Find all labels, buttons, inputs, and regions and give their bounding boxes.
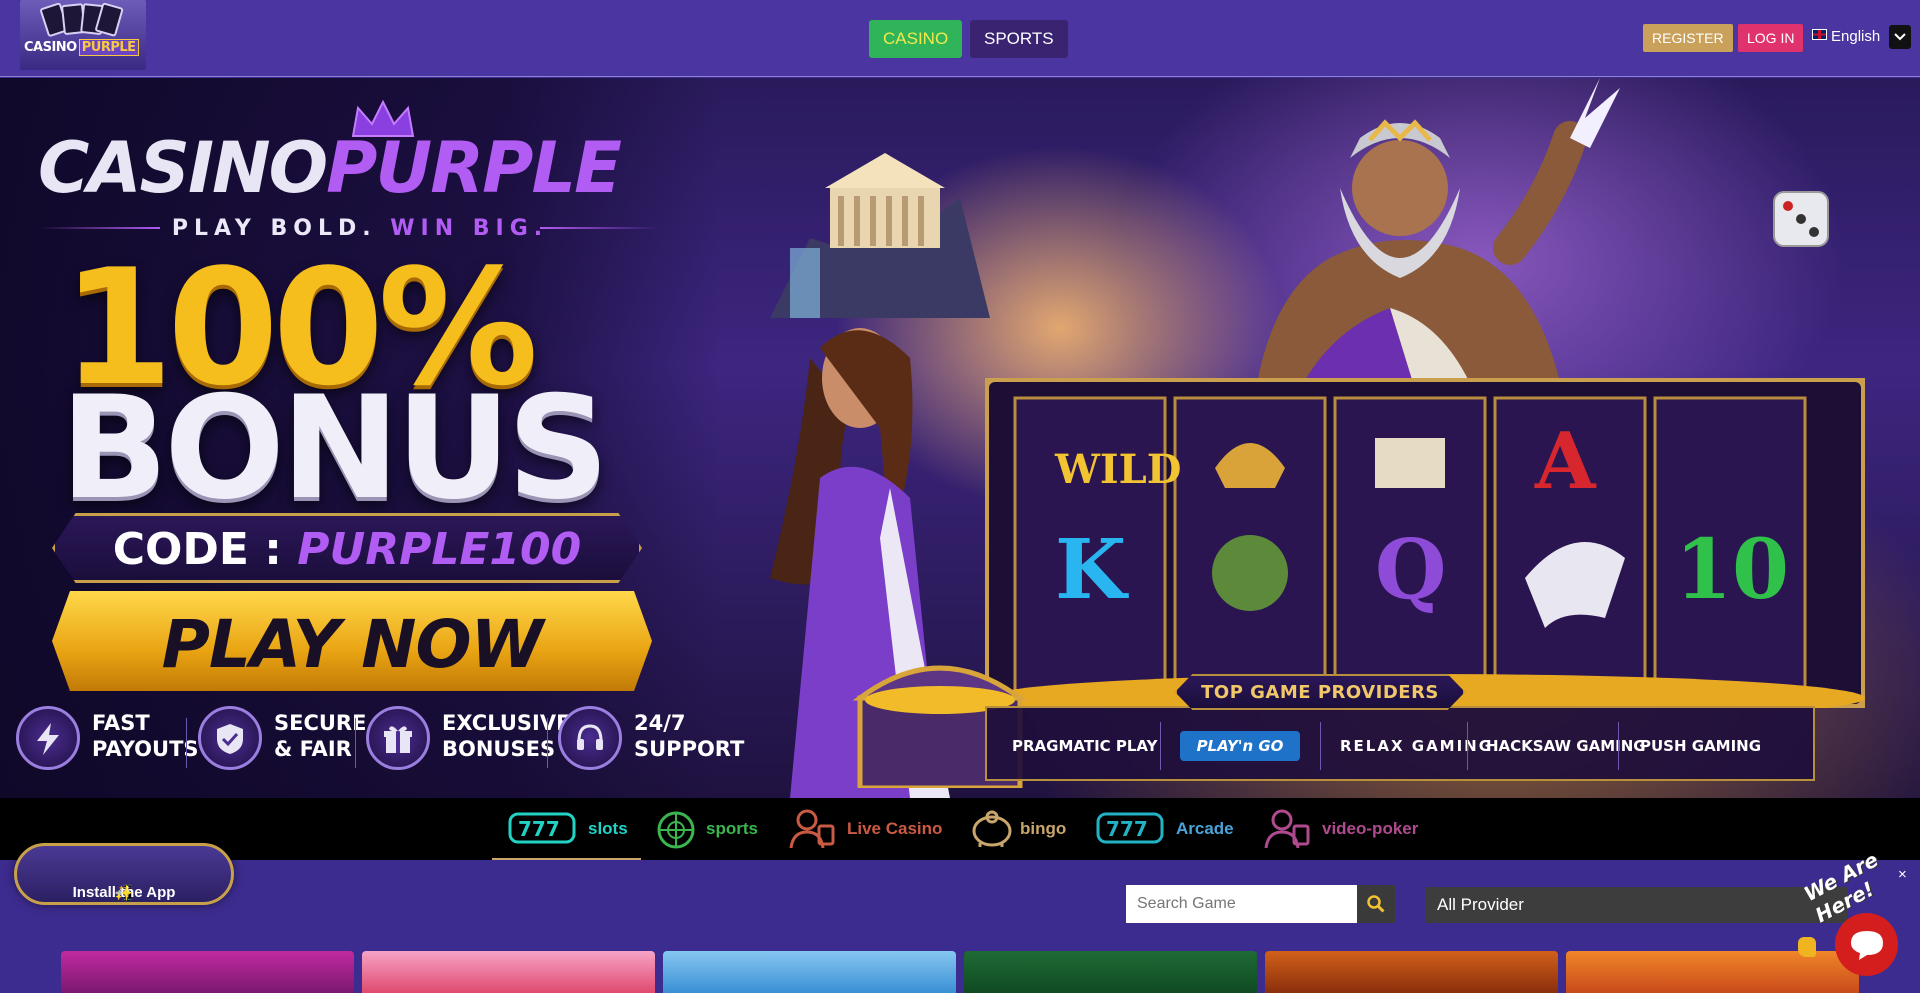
svg-text:K: K	[1055, 522, 1129, 618]
provider-divider	[1160, 722, 1161, 770]
feature-divider	[186, 718, 187, 768]
headset-icon	[558, 706, 622, 770]
category-sports[interactable]: sports	[656, 798, 766, 860]
game-tile[interactable]	[964, 951, 1257, 993]
gift-icon	[366, 706, 430, 770]
category-slots[interactable]: 777 slots	[508, 798, 628, 860]
svg-text:A: A	[1534, 416, 1597, 507]
bonus-code-text: CODE : PURPLE100	[112, 524, 582, 575]
logo-wordmark: CASINO PURPLE	[24, 39, 139, 56]
dice-icon	[1773, 191, 1829, 247]
providers-title: TOP GAME PROVIDERS	[1201, 682, 1439, 703]
banner-brand-title: CASINOPURPLE	[38, 127, 622, 209]
arcade-777-icon: 777	[1096, 812, 1164, 844]
provider-divider	[1320, 722, 1321, 770]
language-selector[interactable]: English	[1812, 26, 1880, 48]
category-bingo[interactable]: bingo	[970, 798, 1070, 860]
play-now-label[interactable]: PLAY NOW	[52, 606, 652, 683]
sports-ball-icon	[657, 811, 695, 849]
feature-secure-fair: SECURE & FAIR	[198, 698, 366, 778]
language-dropdown-toggle[interactable]	[1889, 25, 1911, 49]
feature-divider	[547, 718, 548, 768]
bingo-pig-icon	[972, 810, 1012, 847]
search-game-input[interactable]	[1126, 885, 1357, 923]
install-app-button[interactable]: 📲 Install the App ✨	[14, 843, 234, 905]
game-tile[interactable]	[1566, 951, 1859, 993]
game-tile[interactable]	[663, 951, 956, 993]
live-chat-button[interactable]	[1835, 913, 1898, 976]
provider-divider	[1618, 722, 1619, 770]
lightning-icon	[16, 706, 80, 770]
provider-hacksaw-gaming: HACKSAW GAMING	[1486, 737, 1646, 755]
provider-playngo: PLAY'n GO	[1180, 731, 1300, 761]
slot-reels-illustration: WILD K Q A 10	[985, 378, 1865, 708]
slot-machine-icon: 777	[508, 812, 576, 844]
provider-pragmatic-play: PRAGMATIC PLAY	[1012, 737, 1158, 755]
sports-tab-button[interactable]: SPORTS	[970, 20, 1068, 58]
chevron-down-icon	[1894, 33, 1906, 41]
active-category-indicator	[492, 858, 641, 860]
feature-divider	[355, 718, 356, 768]
chat-bubble-icon	[1851, 931, 1883, 960]
provider-divider	[1467, 722, 1468, 770]
login-button[interactable]: LOG IN	[1738, 24, 1804, 52]
game-tile[interactable]	[362, 951, 655, 993]
feature-fast-payouts: FAST PAYOUTS	[16, 698, 199, 778]
live-dealer-icon	[789, 809, 835, 849]
category-video-poker[interactable]: video-poker	[1262, 798, 1422, 860]
top-navigation-bar: CASINO PURPLE CASINO SPORTS REGISTER LOG …	[0, 0, 1920, 77]
feature-support: 24/7 SUPPORT	[558, 698, 744, 778]
provider-relax-gaming: RELAX GAMING	[1340, 737, 1494, 755]
register-button[interactable]: REGISTER	[1643, 24, 1733, 52]
svg-text:777: 777	[1106, 817, 1148, 841]
sparkle-icon: ✨	[114, 885, 134, 902]
game-tile[interactable]	[61, 951, 354, 993]
bonus-word-text: BONUS	[60, 366, 609, 531]
logo-cards-graphic	[39, 2, 124, 40]
casino-purple-logo[interactable]: CASINO PURPLE	[20, 0, 146, 70]
language-label: English	[1831, 28, 1881, 45]
search-button[interactable]	[1357, 885, 1395, 923]
game-tile[interactable]	[1265, 951, 1558, 993]
uk-flag-icon	[1812, 29, 1827, 40]
category-live-casino[interactable]: Live Casino	[787, 798, 947, 860]
search-icon	[1367, 895, 1385, 913]
category-arcade[interactable]: 777 Arcade	[1096, 798, 1236, 860]
poker-dealer-icon	[1264, 809, 1310, 849]
waving-hand-icon	[1798, 937, 1816, 957]
feature-exclusive-bonuses: EXCLUSIVE BONUSES	[366, 698, 570, 778]
svg-text:Q: Q	[1375, 522, 1446, 618]
casino-tab-button[interactable]: CASINO	[869, 20, 963, 58]
provider-push-gaming: PUSH GAMING	[1640, 737, 1762, 755]
svg-text:777: 777	[518, 817, 560, 841]
chat-close-button[interactable]: ×	[1898, 866, 1907, 883]
svg-text:WILD: WILD	[1054, 446, 1181, 493]
promo-banner[interactable]: WILD K Q A 10 CASINOPURPLE PLAY BOLD. WI…	[0, 78, 1920, 798]
shield-check-icon	[198, 706, 262, 770]
svg-text:10: 10	[1675, 522, 1789, 618]
game-category-bar: 777 slots sports Live Casino bingo 777 A…	[0, 798, 1920, 860]
provider-filter-select[interactable]: All Provider	[1425, 887, 1847, 923]
